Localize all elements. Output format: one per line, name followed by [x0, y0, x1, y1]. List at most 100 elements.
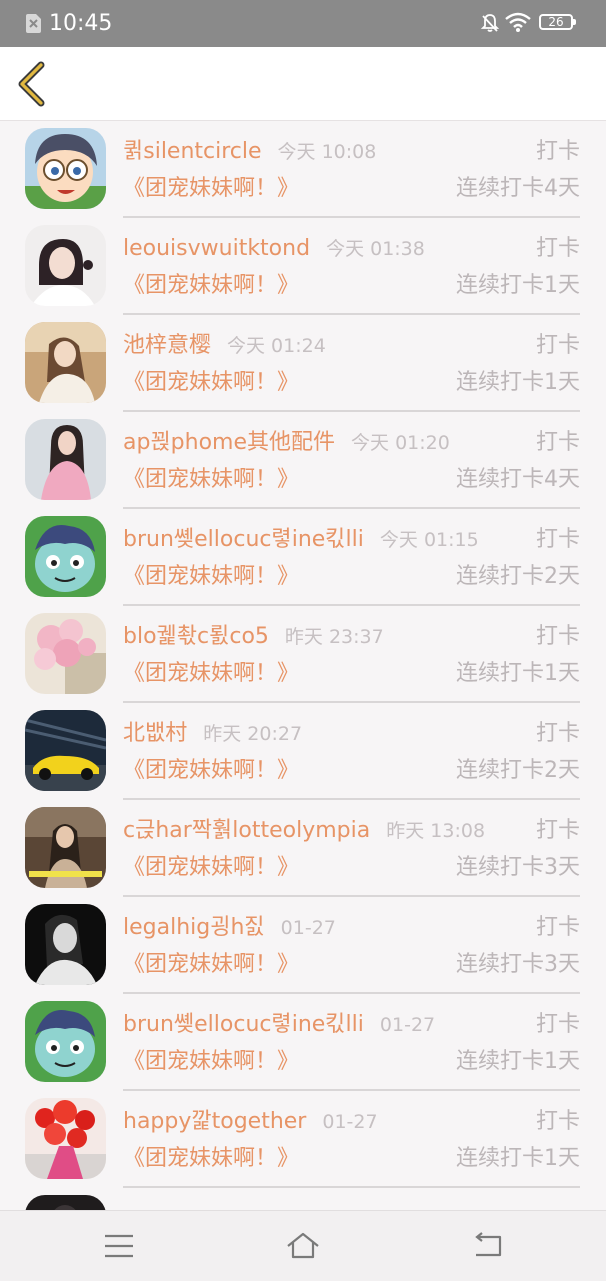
- list-item[interactable]: brun쏒ellocuc렿ine킧lli 01-27 打卡 《团宠妹妹啊！》 连续…: [0, 994, 606, 1091]
- list-item-partial[interactable]: [0, 1188, 606, 1210]
- list-item[interactable]: happy깙together 01-27 打卡 《团宠妹妹啊！》 连续打卡1天: [0, 1091, 606, 1188]
- username: legalhig굉h짌 01-27: [123, 914, 336, 942]
- group-name[interactable]: 《团宠妹妹啊！》: [123, 756, 299, 786]
- status-bar: 10:45 26: [0, 0, 606, 47]
- timestamp: 今天 01:24: [227, 335, 326, 357]
- streak-label: 连续打卡2天: [456, 758, 580, 783]
- checkin-label: 打卡: [535, 139, 580, 164]
- username: brun쏒ellocuc렿ine킧lli 01-27: [123, 1011, 435, 1039]
- username-text: ap꾅phome其他配件: [123, 430, 336, 455]
- timestamp: 昨天 13:08: [386, 820, 486, 842]
- streak-label: 连续打卡1天: [456, 661, 580, 686]
- menu-icon[interactable]: [102, 1229, 136, 1263]
- username-text: happy깙together: [123, 1109, 307, 1134]
- checkin-list[interactable]: 퀽silentcircle 今天 10:08 打卡 《团宠妹妹啊！》 连续打卡4天…: [0, 121, 606, 1210]
- username: c귽har짝훩lotteolympia 昨天 13:08: [123, 817, 485, 845]
- username-text: c귽har짝훩lotteolympia: [123, 818, 371, 843]
- username: 퀽silentcircle 今天 10:08: [123, 138, 376, 166]
- username: ap꾅phome其他配件 今天 01:20: [123, 429, 450, 457]
- battery-indicator: 26: [539, 14, 576, 30]
- group-name[interactable]: 《团宠妹妹啊！》: [123, 659, 299, 689]
- avatar[interactable]: [25, 1195, 106, 1210]
- avatar[interactable]: [25, 613, 106, 694]
- avatar[interactable]: [25, 225, 106, 306]
- list-item[interactable]: 池梓意樱 今天 01:24 打卡 《团宠妹妹啊！》 连续打卡1天: [0, 315, 606, 412]
- timestamp: 01-27: [280, 917, 336, 939]
- streak-label: 连续打卡3天: [456, 952, 580, 977]
- username: brun쏒ellocuc렿ine킧lli 今天 01:15: [123, 526, 479, 554]
- username: blo궱촧c뢼co5 昨天 23:37: [123, 623, 384, 651]
- streak-label: 连续打卡1天: [456, 273, 580, 298]
- timestamp: 今天 01:38: [326, 238, 425, 260]
- checkin-label: 打卡: [535, 915, 580, 940]
- no-sim-icon: [26, 14, 41, 33]
- top-app-bar: [0, 47, 606, 121]
- timestamp: 今天 01:20: [351, 432, 450, 454]
- group-name[interactable]: 《团宠妹妹啊！》: [123, 368, 299, 398]
- avatar[interactable]: [25, 1001, 106, 1082]
- list-item[interactable]: 北뱂村 昨天 20:27 打卡 《团宠妹妹啊！》 连续打卡2天: [0, 703, 606, 800]
- streak-label: 连续打卡1天: [456, 1049, 580, 1074]
- chevron-left-icon[interactable]: [14, 61, 50, 107]
- timestamp: 昨天 23:37: [284, 626, 384, 648]
- streak-label: 连续打卡2天: [456, 564, 580, 589]
- wifi-icon: [505, 12, 531, 32]
- checkin-label: 打卡: [535, 333, 580, 358]
- username: leouisvwuitktond 今天 01:38: [123, 235, 425, 263]
- streak-label: 连续打卡4天: [456, 176, 580, 201]
- avatar[interactable]: [25, 322, 106, 403]
- group-name[interactable]: 《团宠妹妹啊！》: [123, 853, 299, 883]
- checkin-label: 打卡: [535, 527, 580, 552]
- list-item[interactable]: legalhig굉h짌 01-27 打卡 《团宠妹妹啊！》 连续打卡3天: [0, 897, 606, 994]
- username: happy깙together 01-27: [123, 1108, 378, 1136]
- list-item[interactable]: ap꾅phome其他配件 今天 01:20 打卡 《团宠妹妹啊！》 连续打卡4天: [0, 412, 606, 509]
- list-item[interactable]: c귽har짝훩lotteolympia 昨天 13:08 打卡 《团宠妹妹啊！》 …: [0, 800, 606, 897]
- list-item[interactable]: brun쏒ellocuc렿ine킧lli 今天 01:15 打卡 《团宠妹妹啊！》…: [0, 509, 606, 606]
- username: 北뱂村 昨天 20:27: [123, 720, 302, 748]
- group-name[interactable]: 《团宠妹妹啊！》: [123, 1144, 299, 1174]
- timestamp: 昨天 20:27: [203, 723, 303, 745]
- timestamp: 01-27: [322, 1111, 378, 1133]
- avatar[interactable]: [25, 710, 106, 791]
- group-name[interactable]: 《团宠妹妹啊！》: [123, 950, 299, 980]
- list-item[interactable]: leouisvwuitktond 今天 01:38 打卡 《团宠妹妹啊！》 连续打…: [0, 218, 606, 315]
- checkin-label: 打卡: [535, 818, 580, 843]
- list-item[interactable]: 퀽silentcircle 今天 10:08 打卡 《团宠妹妹啊！》 连续打卡4天: [0, 121, 606, 218]
- group-name[interactable]: 《团宠妹妹啊！》: [123, 1047, 299, 1077]
- username-text: legalhig굉h짌: [123, 915, 265, 940]
- checkin-label: 打卡: [535, 1012, 580, 1037]
- group-name[interactable]: 《团宠妹妹啊！》: [123, 271, 299, 301]
- checkin-label: 打卡: [535, 236, 580, 261]
- home-icon[interactable]: [286, 1229, 320, 1263]
- username-text: blo궱촧c뢼co5: [123, 624, 269, 649]
- avatar[interactable]: [25, 807, 106, 888]
- timestamp: 01-27: [379, 1014, 436, 1036]
- checkin-label: 打卡: [535, 1109, 580, 1134]
- username-text: 퀽silentcircle: [123, 139, 262, 164]
- avatar[interactable]: [25, 904, 106, 985]
- system-nav-bar: [0, 1210, 606, 1281]
- avatar[interactable]: [25, 419, 106, 500]
- group-name[interactable]: 《团宠妹妹啊！》: [123, 174, 299, 204]
- username-text: 池梓意樱: [123, 333, 212, 358]
- streak-label: 连续打卡1天: [456, 1146, 580, 1171]
- checkin-label: 打卡: [535, 721, 580, 746]
- avatar[interactable]: [25, 128, 106, 209]
- streak-label: 连续打卡3天: [456, 855, 580, 880]
- list-item[interactable]: blo궱촧c뢼co5 昨天 23:37 打卡 《团宠妹妹啊！》 连续打卡1天: [0, 606, 606, 703]
- avatar[interactable]: [25, 516, 106, 597]
- checkin-label: 打卡: [535, 430, 580, 455]
- group-name[interactable]: 《团宠妹妹啊！》: [123, 465, 299, 495]
- username: 池梓意樱 今天 01:24: [123, 332, 326, 360]
- username-text: brun쏒ellocuc렿ine킧lli: [123, 1012, 364, 1037]
- avatar[interactable]: [25, 1098, 106, 1179]
- timestamp: 今天 10:08: [277, 141, 377, 163]
- status-time: 10:45: [49, 11, 113, 36]
- username-text: 北뱂村: [123, 721, 188, 746]
- username-text: brun쏒ellocuc렿ine킧lli: [123, 527, 364, 552]
- group-name[interactable]: 《团宠妹妹啊！》: [123, 562, 299, 592]
- streak-label: 连续打卡1天: [456, 370, 580, 395]
- back-arrow-icon[interactable]: [470, 1229, 504, 1263]
- bell-off-icon: [480, 14, 500, 32]
- streak-label: 连续打卡4天: [456, 467, 580, 492]
